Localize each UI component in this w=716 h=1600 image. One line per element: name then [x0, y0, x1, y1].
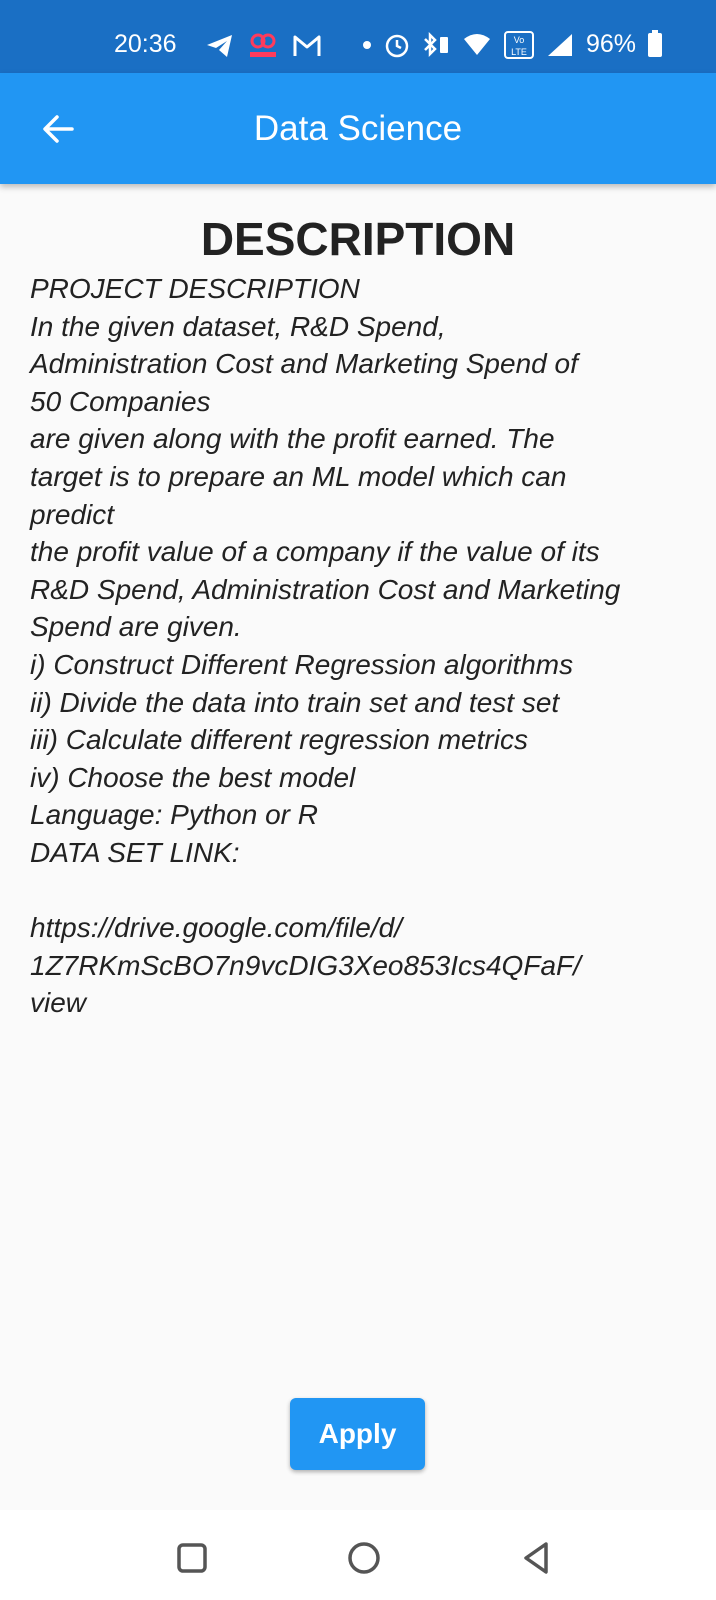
signal-icon [548, 33, 572, 56]
status-system-icons: Vo LTE 96% [362, 29, 663, 59]
gmail-icon [293, 35, 321, 56]
back-icon[interactable] [518, 1540, 554, 1576]
status-notification-icons [206, 32, 322, 60]
bluetooth-icon [424, 31, 448, 57]
dot-icon [363, 40, 371, 49]
svg-text:Vo: Vo [514, 35, 525, 45]
svg-text:LTE: LTE [511, 47, 527, 57]
project-description: PROJECT DESCRIPTION In the given dataset… [30, 273, 621, 1019]
volte-icon: Vo LTE [504, 30, 534, 59]
battery-icon [648, 29, 663, 57]
description-heading: DESCRIPTION [200, 213, 516, 265]
home-icon[interactable] [346, 1540, 382, 1576]
app-bar: Data Science [0, 73, 716, 184]
alarm-icon [385, 34, 409, 57]
telegram-icon [207, 35, 232, 57]
apply-button[interactable]: Apply [290, 1398, 425, 1470]
status-time: 20:36 [114, 30, 177, 58]
recents-icon[interactable] [174, 1540, 210, 1576]
page-title: Data Science [253, 109, 463, 148]
status-bar: 20:36 Vo LTE 96% [0, 0, 716, 73]
battery-percentage: 96% [586, 30, 637, 58]
moj-icon [250, 33, 276, 57]
wifi-icon [464, 33, 490, 55]
navigation-bar [0, 1510, 716, 1600]
